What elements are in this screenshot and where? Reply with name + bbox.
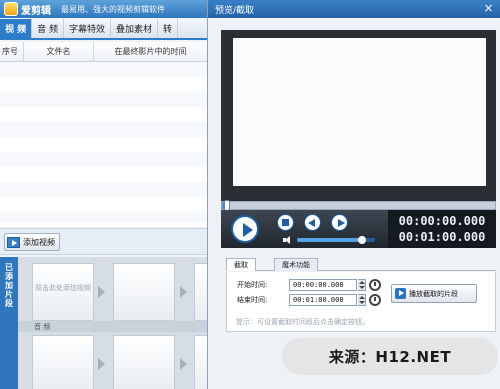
total-time: 00:01:00.000 — [398, 230, 486, 244]
file-list: 序号 文件名 在最终影片中的时间 — [0, 42, 207, 227]
clip-slot[interactable] — [113, 263, 175, 321]
volume-slider-thumb[interactable] — [357, 236, 366, 244]
preview-crop-dialog: 预览/截取 × 00:00:00.000 00:01:00.000 截取 魔术功… — [207, 0, 500, 389]
seek-bar[interactable] — [221, 200, 496, 211]
tab-video[interactable]: 视 频 — [0, 19, 33, 38]
added-clips-side-tab[interactable]: 已添加片段 — [0, 257, 18, 389]
volume-slider[interactable] — [297, 236, 375, 244]
clip-timeline: 双击此处添加视频 音 频 — [18, 257, 207, 389]
volume-icon[interactable] — [283, 236, 293, 244]
close-icon[interactable]: × — [482, 2, 495, 15]
file-list-rows[interactable] — [0, 62, 207, 222]
arrow-right-icon — [98, 358, 105, 370]
tab-crop[interactable]: 截取 — [226, 258, 256, 271]
end-time-field[interactable]: 00:01:00.000 — [289, 294, 357, 306]
clock-icon[interactable] — [369, 294, 381, 306]
player-controls: 00:00:00.000 00:01:00.000 — [221, 210, 496, 248]
app-logo-icon — [4, 2, 18, 16]
app-root: 爱剪辑 最易用、强大的视频剪辑软件 视 频 音 频 字幕特效 叠加素材 转 序号… — [0, 0, 500, 389]
end-time-label: 结束时间: — [237, 296, 268, 304]
clip-slot[interactable] — [194, 263, 207, 321]
play-button[interactable] — [231, 215, 259, 243]
start-time-field[interactable]: 00:00:00.000 — [289, 279, 357, 291]
start-time-spinner[interactable] — [358, 279, 366, 291]
end-time-spinner[interactable] — [358, 294, 366, 306]
tab-transition[interactable]: 转 — [158, 19, 179, 38]
volume-slider-fill — [297, 238, 362, 242]
column-header-filename[interactable]: 文件名 — [24, 42, 94, 61]
hint-text: 提示：可设置截取时间段后点击确定按钮。 — [236, 318, 369, 326]
main-title-bar: 爱剪辑 最易用、强大的视频剪辑软件 — [0, 0, 207, 18]
add-video-label: 添加视频 — [23, 237, 55, 247]
main-tab-bar: 视 频 音 频 字幕特效 叠加素材 转 — [0, 19, 207, 40]
column-header-index[interactable]: 序号 — [0, 42, 24, 61]
clip-slot[interactable]: 双击此处添加视频 — [32, 263, 94, 321]
tab-audio[interactable]: 音 频 — [32, 19, 65, 38]
add-video-button[interactable]: 添加视频 — [4, 233, 60, 251]
clip-slot-hint: 双击此处添加视频 — [35, 284, 91, 292]
video-preview-frame — [221, 30, 496, 201]
video-preview-screen[interactable] — [233, 38, 486, 186]
arrow-right-icon — [98, 286, 105, 298]
dialog-tab-bar: 截取 魔术功能 — [226, 258, 496, 271]
clock-icon[interactable] — [369, 279, 381, 291]
audio-track-label: 音 频 — [18, 321, 207, 332]
current-time: 00:00:00.000 — [398, 214, 486, 228]
arrow-right-icon — [180, 286, 187, 298]
audio-slot[interactable] — [194, 335, 207, 389]
audio-slot[interactable] — [32, 335, 94, 389]
time-display: 00:00:00.000 00:01:00.000 — [388, 210, 496, 248]
start-time-label: 开始时间: — [237, 281, 268, 289]
dialog-title: 预览/截取 — [215, 5, 255, 16]
play-clip-icon — [395, 288, 406, 299]
audio-slot[interactable] — [113, 335, 175, 389]
play-clip-button[interactable]: 播放截取的片段 — [391, 284, 477, 303]
previous-frame-button[interactable] — [304, 214, 321, 231]
source-watermark: 来源：H12.NET — [282, 338, 498, 375]
app-name: 爱剪辑 — [21, 5, 51, 17]
app-slogan: 最易用、强大的视频剪辑软件 — [61, 4, 165, 14]
tab-subtitle-effects[interactable]: 字幕特效 — [64, 19, 112, 38]
add-video-bar: 添加视频 — [0, 228, 207, 255]
column-header-time[interactable]: 在最终影片中的时间 — [94, 42, 207, 61]
dialog-title-bar: 预览/截取 × — [208, 0, 500, 18]
stop-button[interactable] — [277, 214, 294, 231]
next-frame-button[interactable] — [331, 214, 348, 231]
arrow-right-icon — [180, 358, 187, 370]
side-tab-label: 已添加片段 — [4, 263, 14, 308]
file-list-header: 序号 文件名 在最终影片中的时间 — [0, 42, 207, 62]
tab-overlay-material[interactable]: 叠加素材 — [111, 19, 159, 38]
play-clip-label: 播放截取的片段 — [409, 289, 458, 298]
tab-magic-functions[interactable]: 魔术功能 — [274, 258, 318, 271]
add-film-icon — [7, 236, 20, 248]
